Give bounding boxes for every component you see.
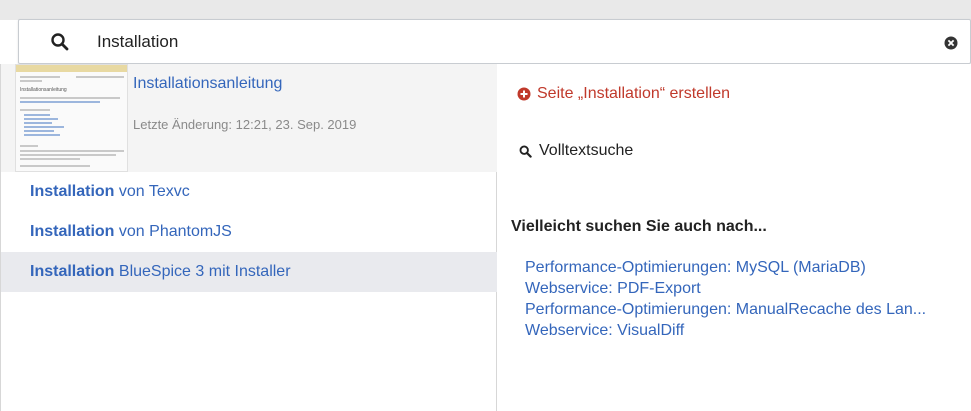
plus-circle-icon — [517, 87, 531, 101]
result-rest: BlueSpice 3 mit Installer — [114, 263, 291, 280]
clear-icon[interactable] — [944, 36, 958, 50]
result-match: Installation — [30, 183, 115, 200]
result-item[interactable]: Installation von PhantomJS — [1, 212, 497, 252]
suggestion-link[interactable]: Webservice: VisualDiff — [525, 320, 965, 341]
thumbnail-heading: Installationsanleitung — [20, 87, 67, 93]
result-item[interactable]: Installation von Texvc — [1, 172, 497, 212]
top-strip — [0, 0, 971, 20]
search-icon — [519, 145, 532, 158]
last-modified: Letzte Änderung: 12:21, 23. Sep. 2019 — [133, 117, 357, 132]
suggestion-link[interactable]: Performance-Optimierungen: MySQL (MariaD… — [525, 257, 965, 278]
fulltext-label: Volltextsuche — [539, 142, 634, 159]
featured-result[interactable]: Installationsanleitung Installationsanle… — [1, 64, 497, 172]
search-icon[interactable] — [50, 32, 70, 52]
fulltext-search-link[interactable]: Volltextsuche — [519, 142, 633, 160]
create-page-label: Seite „Installation“ erstellen — [537, 85, 730, 102]
search-input[interactable] — [97, 29, 917, 55]
suggestion-link[interactable]: Performance-Optimierungen: ManualRecache… — [525, 299, 965, 320]
suggestions-heading: Vielleicht suchen Sie auch nach... — [511, 218, 767, 235]
result-match: Installation — [30, 223, 115, 240]
featured-title[interactable]: Installationsanleitung — [133, 75, 282, 93]
result-rest: von Texvc — [114, 183, 190, 200]
search-suggestions-dropdown: Installationsanleitung Installationsanle… — [0, 64, 971, 411]
suggestions-list: Performance-Optimierungen: MySQL (MariaD… — [525, 257, 965, 341]
create-page-link[interactable]: Seite „Installation“ erstellen — [517, 85, 730, 103]
actions-pane: Seite „Installation“ erstellen Volltexts… — [498, 64, 971, 411]
search-bar — [18, 19, 971, 64]
suggestion-link[interactable]: Webservice: PDF-Export — [525, 278, 965, 299]
page-thumbnail: Installationsanleitung — [15, 64, 128, 172]
result-rest: von PhantomJS — [114, 223, 232, 240]
result-match: Installation — [30, 263, 115, 280]
result-item-active[interactable]: Installation BlueSpice 3 mit Installer — [1, 252, 497, 292]
results-pane: Installationsanleitung Installationsanle… — [0, 64, 497, 411]
